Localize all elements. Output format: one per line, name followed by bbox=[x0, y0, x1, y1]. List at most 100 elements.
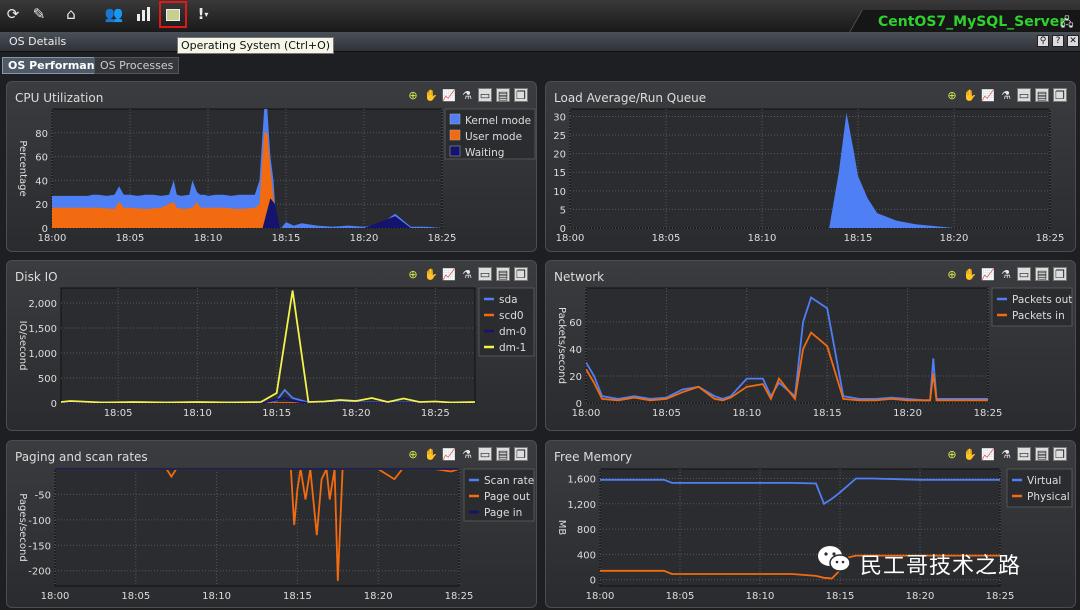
x-tick-label: 18:15 bbox=[283, 591, 312, 602]
wechat-icon bbox=[818, 546, 851, 572]
server-name[interactable]: CentOS7_MySQL_Server bbox=[878, 14, 1066, 30]
server-connection-icon[interactable]: 🖧 bbox=[1056, 12, 1078, 34]
x-tick-label: 18:05 bbox=[104, 408, 133, 419]
plot-area[interactable] bbox=[569, 108, 1051, 229]
alert-icon[interactable]: ! ▾ bbox=[192, 3, 214, 25]
legend-swatch bbox=[449, 145, 461, 157]
legend-label: Virtual bbox=[1027, 475, 1061, 487]
plot-area[interactable] bbox=[585, 287, 989, 404]
panel-cpu-utilization: CPU Utilization ⊕ ✋ 📈 ⚗ ▭ ▤ ❐ 0 20 40 60 80 18:00 18:0… bbox=[6, 81, 537, 252]
refresh-icon[interactable]: ⟳ bbox=[2, 3, 24, 25]
legend-label: Physical bbox=[1027, 491, 1070, 503]
bar-chart-glyph bbox=[137, 7, 150, 21]
panel-free-memory: Free Memory ⊕ ✋ 📈 ⚗ ▭ ▤ ❐ 0 400 800 1,200 1,600 18:00… bbox=[545, 440, 1076, 608]
x-tick-label: 18:20 bbox=[940, 233, 969, 244]
y-tick-label: -100 bbox=[28, 516, 51, 527]
close-icon[interactable]: ✕ bbox=[1067, 35, 1079, 47]
bar-chart-icon[interactable] bbox=[133, 3, 155, 25]
x-tick-label: 18:10 bbox=[748, 233, 777, 244]
x-tick-label: 18:25 bbox=[1036, 233, 1065, 244]
x-tick-label: 18:15 bbox=[272, 233, 301, 244]
operating-system-icon[interactable] bbox=[159, 1, 187, 28]
y-tick-label: -200 bbox=[28, 567, 51, 578]
y-axis-label: IO/second bbox=[17, 321, 28, 371]
x-tick-label: 18:00 bbox=[41, 591, 70, 602]
y-tick-label: 1,600 bbox=[567, 474, 596, 485]
x-tick-label: 18:05 bbox=[652, 233, 681, 244]
x-tick-label: 18:15 bbox=[813, 408, 842, 419]
help-icon[interactable]: ? bbox=[1052, 35, 1064, 47]
legend-swatch bbox=[449, 113, 461, 125]
x-tick-label: 18:20 bbox=[893, 408, 922, 419]
y-tick-label: 30 bbox=[553, 112, 566, 123]
y-axis-label: MB bbox=[556, 520, 567, 536]
x-tick-label: 18:25 bbox=[421, 408, 450, 419]
chart-svg: 0 400 800 1,200 1,600 18:00 18:05 18:10 18:15 18:… bbox=[556, 468, 1073, 602]
window-title: OS Details bbox=[9, 35, 67, 48]
x-tick-label: 18:05 bbox=[666, 591, 695, 602]
x-tick-label: 18:15 bbox=[826, 591, 855, 602]
legend-label: sda bbox=[499, 294, 518, 306]
toolbar-tooltip: Operating System (Ctrl+O) bbox=[177, 37, 335, 54]
legend-label: Packets in bbox=[1012, 310, 1065, 322]
y-tick-label: 20 bbox=[569, 372, 582, 383]
settings-icon[interactable]: ✎ bbox=[28, 3, 50, 25]
watermark-text: 民工哥技术之路 bbox=[860, 554, 1022, 579]
chart-svg: 02040608018:00 18:05 18:10 18:15 18:20 18:25P… bbox=[17, 108, 536, 244]
y-tick-label: 0 bbox=[590, 576, 596, 587]
x-tick-label: 18:00 bbox=[586, 591, 615, 602]
x-tick-label: 18:20 bbox=[342, 408, 371, 419]
y-tick-label: 20 bbox=[35, 200, 48, 211]
y-tick-label: 2,000 bbox=[28, 299, 57, 310]
y-tick-label: 400 bbox=[577, 550, 596, 561]
y-tick-label: 25 bbox=[553, 131, 566, 142]
os-monitor-glyph bbox=[166, 8, 180, 21]
x-tick-label: 18:20 bbox=[350, 233, 379, 244]
main-toolbar: ⟳ ✎ ⌂ 👥 ! ▾ CentOS7_MySQL_Server 🖧 bbox=[0, 0, 1080, 34]
legend-label: dm-1 bbox=[499, 342, 526, 354]
legend-label: scd0 bbox=[499, 310, 524, 322]
x-tick-label: 18:25 bbox=[986, 591, 1015, 602]
window-titlebar bbox=[0, 32, 1080, 52]
legend-label: User mode bbox=[465, 131, 522, 143]
panel-network: Network ⊕ ✋ 📈 ⚗ ▭ ▤ ❐ 0 20 40 60 18:00 18:05 18:10 18:1… bbox=[545, 260, 1076, 431]
x-tick-label: 18:05 bbox=[121, 591, 150, 602]
plot-area[interactable] bbox=[54, 468, 460, 587]
x-tick-label: 18:25 bbox=[428, 233, 457, 244]
legend-label: Kernel mode bbox=[465, 115, 531, 127]
legend-label: Packets out bbox=[1012, 294, 1072, 306]
y-tick-label: 10 bbox=[553, 187, 566, 198]
x-tick-label: 18:10 bbox=[732, 408, 761, 419]
y-tick-label: 5 bbox=[560, 205, 566, 216]
x-tick-label: 18:10 bbox=[746, 591, 775, 602]
y-tick-label: 40 bbox=[35, 176, 48, 187]
x-tick-label: 18:05 bbox=[116, 233, 145, 244]
x-tick-label: 18:05 bbox=[652, 408, 681, 419]
x-tick-label: 18:00 bbox=[556, 233, 585, 244]
y-tick-label: 60 bbox=[35, 153, 48, 164]
x-tick-label: 18:00 bbox=[38, 233, 67, 244]
legend-swatch bbox=[449, 129, 461, 141]
legend-label: Page out bbox=[484, 491, 530, 503]
x-tick-label: 18:10 bbox=[194, 233, 223, 244]
panel-paging-scan-rates: Paging and scan rates ⊕ ✋ 📈 ⚗ ▭ ▤ ❐ -50 -100 -150-… bbox=[6, 440, 537, 608]
legend-label: Waiting bbox=[465, 147, 504, 159]
y-axis-label: Percentage bbox=[17, 140, 28, 196]
y-tick-label: 0 bbox=[51, 399, 57, 410]
x-tick-label: 18:10 bbox=[202, 591, 231, 602]
plot-area[interactable] bbox=[60, 287, 476, 404]
y-tick-label: 80 bbox=[35, 129, 48, 140]
y-tick-label: 1,200 bbox=[567, 500, 596, 511]
x-tick-label: 18:15 bbox=[844, 233, 873, 244]
users-icon[interactable]: 👥 bbox=[103, 3, 125, 25]
search-icon[interactable]: ⚲ bbox=[1037, 35, 1049, 47]
y-tick-label: -150 bbox=[28, 541, 51, 552]
y-tick-label: 800 bbox=[577, 525, 596, 536]
y-tick-label: 500 bbox=[38, 374, 57, 385]
home-icon[interactable]: ⌂ bbox=[60, 3, 82, 25]
x-tick-label: 18:10 bbox=[183, 408, 212, 419]
x-tick-label: 18:20 bbox=[906, 591, 935, 602]
y-tick-label: 15 bbox=[553, 168, 566, 179]
panel-disk-io: Disk IO ⊕ ✋ 📈 ⚗ ▭ ▤ ❐ 0 500 1,000 1,500 2,000 18:05 18… bbox=[6, 260, 537, 431]
tab-os-processes[interactable]: OS Processes bbox=[94, 57, 180, 74]
